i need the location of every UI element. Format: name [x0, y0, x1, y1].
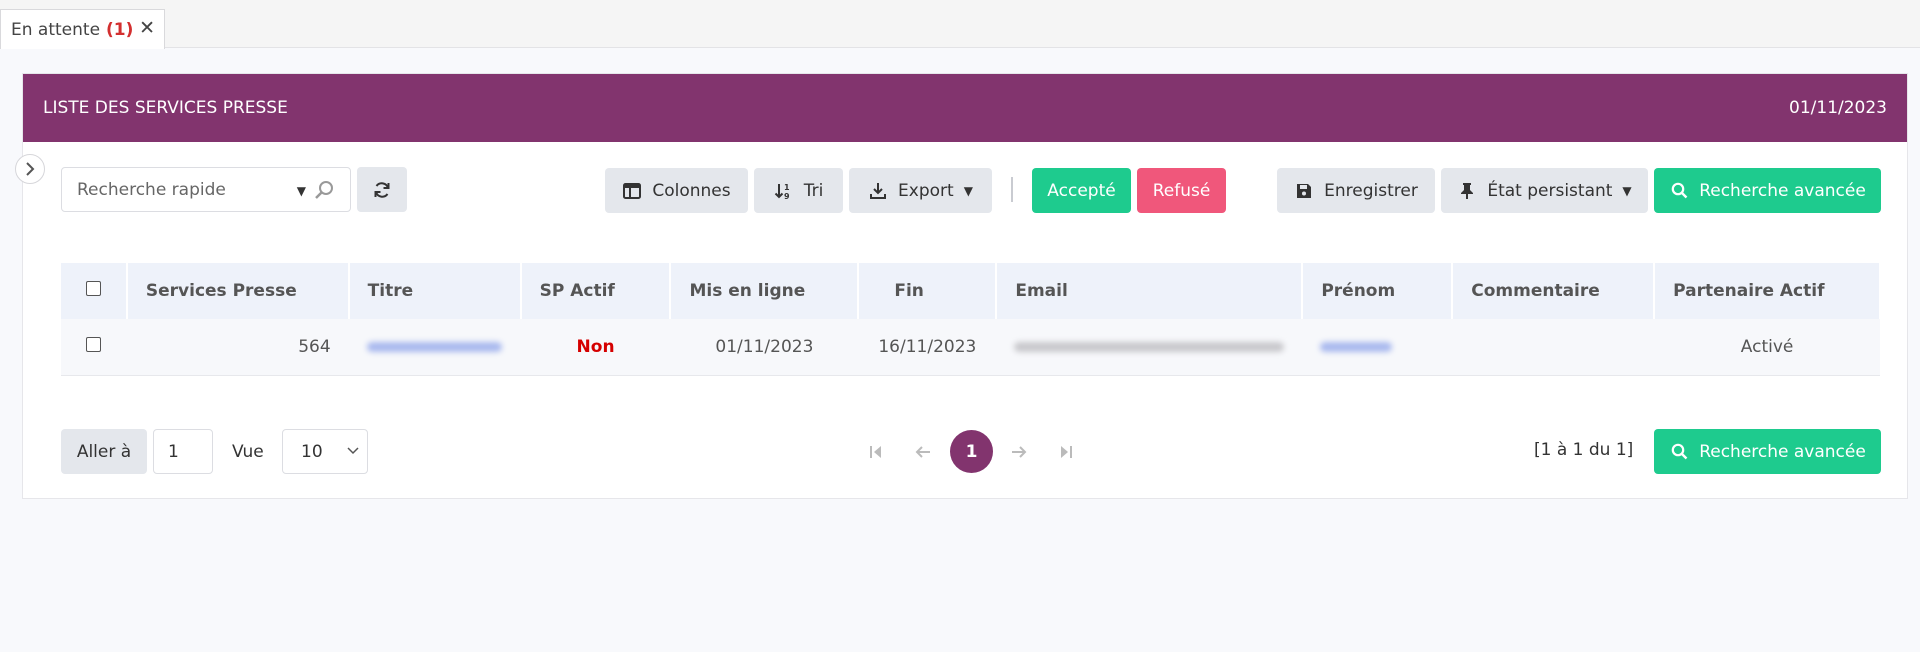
- first-page-button[interactable]: [864, 440, 888, 464]
- save-button[interactable]: Enregistrer: [1277, 168, 1435, 213]
- tab-en-attente[interactable]: En attente (1) ✕: [0, 9, 165, 49]
- save-icon: [1294, 183, 1314, 199]
- cell-prenom: [1302, 319, 1453, 376]
- caret-down-icon: ▼: [963, 183, 973, 198]
- columns-icon: [622, 182, 642, 199]
- close-icon[interactable]: ✕: [139, 17, 155, 39]
- advanced-search-button-label: Recherche avancée: [1699, 180, 1866, 201]
- sort-icon: 19: [774, 182, 794, 200]
- quick-search-input[interactable]: Recherche rapide ▼: [61, 167, 351, 212]
- column-header-fin[interactable]: Fin: [858, 263, 998, 319]
- row-select-cell: [61, 319, 127, 376]
- arrow-left-icon: [915, 446, 930, 458]
- panel-header: LISTE DES SERVICES PRESSE 01/11/2023: [23, 74, 1907, 142]
- column-header-titre[interactable]: Titre: [348, 263, 522, 319]
- save-button-label: Enregistrer: [1324, 180, 1418, 201]
- caret-down-icon: ▼: [1622, 183, 1632, 198]
- chevron-right-icon: [26, 162, 35, 176]
- cell-partenaire-actif: Activé: [1654, 319, 1880, 376]
- refresh-icon: [374, 181, 390, 198]
- previous-page-button[interactable]: [911, 440, 935, 464]
- export-button[interactable]: Export ▼: [849, 168, 992, 213]
- search-icon: [1669, 443, 1689, 460]
- cell-titre[interactable]: [348, 319, 521, 376]
- advanced-search-button-label: Recherche avancée: [1699, 441, 1866, 462]
- redacted-email: [1014, 341, 1285, 352]
- next-page-button[interactable]: [1007, 440, 1031, 464]
- column-header-services-presse[interactable]: Services Presse: [126, 263, 350, 319]
- last-page-button[interactable]: [1054, 440, 1078, 464]
- pin-icon: [1457, 182, 1477, 200]
- column-header-prenom[interactable]: Prénom: [1302, 263, 1454, 319]
- chevron-down-icon: [347, 447, 359, 455]
- tab-count-badge: (1): [106, 19, 134, 40]
- table-header-row: Services Presse Titre SP Actif Mis en li…: [61, 263, 1881, 319]
- current-page-button[interactable]: 1: [950, 430, 993, 473]
- export-button-label: Export: [898, 180, 954, 201]
- columns-button-label: Colonnes: [652, 180, 731, 201]
- column-header-partenaire-actif[interactable]: Partenaire Actif: [1654, 263, 1881, 319]
- page-title: LISTE DES SERVICES PRESSE: [43, 98, 288, 118]
- svg-text:9: 9: [784, 192, 790, 200]
- search-icon: [1669, 182, 1689, 199]
- page-size-value: 10: [301, 441, 323, 462]
- download-icon: [868, 182, 888, 200]
- accept-button[interactable]: Accepté: [1032, 168, 1131, 213]
- cell-services-presse: 564: [126, 319, 349, 376]
- header-date: 01/11/2023: [1789, 98, 1887, 118]
- column-header-email[interactable]: Email: [996, 263, 1304, 319]
- cell-commentaire: [1452, 319, 1655, 376]
- svg-text:1: 1: [784, 183, 790, 192]
- sort-button[interactable]: 19 Tri: [754, 168, 843, 213]
- goto-page-label: Aller à: [61, 429, 147, 474]
- table-row[interactable]: 564 Non 01/11/2023 16/11/2023 Activé: [61, 319, 1880, 376]
- select-all-header: [61, 263, 128, 319]
- arrow-right-icon: [1012, 446, 1027, 458]
- services-table: Services Presse Titre SP Actif Mis en li…: [61, 263, 1881, 376]
- persistent-state-button-label: État persistant: [1487, 180, 1613, 201]
- cell-email[interactable]: [996, 319, 1303, 376]
- first-page-icon: [870, 446, 881, 458]
- tab-bar: En attente (1) ✕: [0, 0, 1920, 49]
- column-header-sp-actif[interactable]: SP Actif: [520, 263, 672, 319]
- status-badge: Non: [576, 336, 615, 357]
- cell-sp-actif: Non: [520, 319, 671, 376]
- select-all-checkbox[interactable]: [85, 281, 101, 296]
- row-checkbox[interactable]: [86, 336, 102, 352]
- last-page-icon: [1061, 446, 1072, 458]
- tab-label: En attente: [11, 19, 101, 40]
- cell-mis-en-ligne: 01/11/2023: [670, 319, 859, 376]
- redacted-title: [366, 341, 502, 352]
- column-header-mis-en-ligne[interactable]: Mis en ligne: [670, 263, 860, 319]
- caret-down-icon[interactable]: ▼: [297, 184, 306, 198]
- quick-search-placeholder: Recherche rapide: [77, 179, 226, 200]
- advanced-search-button-bottom[interactable]: Recherche avancée: [1654, 429, 1881, 474]
- redacted-firstname: [1320, 341, 1393, 352]
- sort-button-label: Tri: [803, 180, 824, 201]
- view-label: Vue: [232, 441, 264, 462]
- search-icon[interactable]: [314, 179, 336, 201]
- sidebar-toggle-button[interactable]: [15, 154, 45, 184]
- refuse-button-label: Refusé: [1152, 180, 1211, 201]
- refresh-button[interactable]: [357, 167, 407, 212]
- persistent-state-button[interactable]: État persistant ▼: [1441, 168, 1648, 213]
- column-header-commentaire[interactable]: Commentaire: [1452, 263, 1656, 319]
- toolbar-divider: [1011, 177, 1013, 202]
- pagination-range-text: [1 à 1 du 1]: [1534, 440, 1634, 460]
- page-size-select[interactable]: 10: [282, 429, 368, 474]
- advanced-search-button[interactable]: Recherche avancée: [1654, 168, 1881, 213]
- accept-button-label: Accepté: [1047, 180, 1116, 201]
- columns-button[interactable]: Colonnes: [605, 168, 748, 213]
- goto-page-input[interactable]: 1: [153, 429, 213, 474]
- cell-fin: 16/11/2023: [858, 319, 997, 376]
- refuse-button[interactable]: Refusé: [1137, 168, 1226, 213]
